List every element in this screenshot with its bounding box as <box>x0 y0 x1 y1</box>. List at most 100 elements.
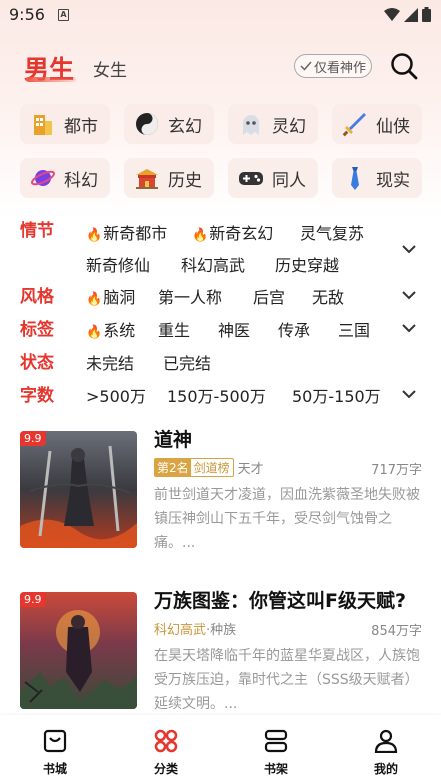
rating-badge: 9.9 <box>20 592 46 607</box>
filter-option[interactable]: 历史穿越 <box>275 252 339 276</box>
filter-title: 标签 <box>20 320 54 340</box>
nav-label: 书架 <box>263 762 288 776</box>
category-linghuan[interactable]: 灵幻 <box>228 104 318 144</box>
palace-icon <box>134 165 160 191</box>
status-icons <box>384 7 431 22</box>
signal-icon <box>404 7 418 22</box>
filter-option[interactable]: 科幻高武 <box>181 252 245 276</box>
category-label: 同人 <box>272 170 306 191</box>
filter-title: 风格 <box>20 287 54 307</box>
filter-option[interactable]: 🔥系统 <box>86 317 135 341</box>
chevron-down-icon[interactable] <box>400 289 418 301</box>
nav-label: 分类 <box>153 762 178 776</box>
ghost-icon <box>238 111 264 137</box>
filter-option[interactable]: 🔥脑洞 <box>86 284 135 308</box>
shelf-icon <box>264 729 288 753</box>
category-icon <box>154 729 178 753</box>
tab-female[interactable]: 女生 <box>93 56 127 81</box>
filter-option[interactable]: 三国 <box>338 317 370 341</box>
book-genre: 天才 <box>237 462 264 477</box>
filter-option[interactable]: 第一人称 <box>158 284 222 308</box>
nav-label: 书城 <box>42 762 67 776</box>
book-title[interactable]: 万族图鉴：你管这叫F级天赋? <box>154 586 406 613</box>
filter-row-tags: 标签 🔥系统 重生 神医 传承 三国 <box>0 315 441 343</box>
filter-option[interactable]: 后宫 <box>253 284 285 308</box>
search-icon[interactable] <box>390 52 418 80</box>
book-item[interactable]: 9.9 道神 第2名 剑道榜 天才 717万字 前世剑道天才凌道，因血洗紫薇圣地失… <box>20 429 422 561</box>
active-tab-indicator <box>26 77 76 82</box>
nav-category[interactable]: 分类 <box>126 715 206 784</box>
filter-option[interactable]: 未完结 <box>86 350 134 374</box>
book-word-count: 717万字 <box>371 463 422 478</box>
filter-option[interactable]: 灵气复苏 <box>300 220 364 244</box>
only-classic-toggle[interactable]: 仅看神作 <box>294 54 372 78</box>
sword-icon <box>342 111 368 137</box>
status-bar: 9:56 A <box>0 0 441 32</box>
category-kehuan[interactable]: 科幻 <box>20 158 110 198</box>
category-tongren[interactable]: 同人 <box>228 158 318 198</box>
filter-row-style: 风格 🔥脑洞 第一人称 后宫 无敌 <box>0 282 441 310</box>
only-classic-label: 仅看神作 <box>313 60 366 76</box>
notification-icon: A <box>58 9 69 21</box>
chevron-down-icon[interactable] <box>400 243 418 255</box>
battery-icon <box>422 7 431 22</box>
gamepad-icon <box>238 165 264 191</box>
book-item[interactable]: 9.9 万族图鉴：你管这叫F级天赋? 科幻高武·种族 854万字 在昊天塔降临千… <box>20 590 422 712</box>
wifi-icon <box>384 7 400 21</box>
store-icon <box>43 729 67 753</box>
book-subgenre: 种族 <box>210 623 237 638</box>
filter-row-words: 字数 >500万 150万-500万 50万-150万 <box>0 381 441 409</box>
book-cover[interactable]: 9.9 <box>20 431 137 548</box>
tie-icon <box>342 165 368 191</box>
nav-label: 我的 <box>373 762 398 776</box>
hot-fire-icon: 🔥 <box>86 228 103 243</box>
category-xianxia[interactable]: 仙侠 <box>332 104 422 144</box>
book-meta: 科幻高武·种族 <box>154 619 236 638</box>
category-label: 灵幻 <box>272 116 306 137</box>
status-time: 9:56 <box>9 5 45 24</box>
filter-option[interactable]: >500万 <box>86 383 146 407</box>
book-word-count: 854万字 <box>371 624 422 639</box>
filter-option[interactable]: 神医 <box>218 317 250 341</box>
book-meta: 第2名 剑道榜 天才 <box>154 458 264 477</box>
filter-option[interactable]: 🔥新奇都市 <box>86 220 167 244</box>
book-title[interactable]: 道神 <box>154 425 192 452</box>
profile-icon <box>374 729 398 753</box>
category-label: 历史 <box>168 170 202 191</box>
filter-option[interactable]: 传承 <box>278 317 310 341</box>
hot-fire-icon: 🔥 <box>192 228 209 243</box>
nav-shelf[interactable]: 书架 <box>236 715 316 784</box>
yin-yang-icon <box>134 111 160 137</box>
bottom-nav: 书城 分类 书架 我的 <box>0 715 441 784</box>
filter-option[interactable]: 新奇修仙 <box>86 252 150 276</box>
filter-option[interactable]: 150万-500万 <box>167 383 266 407</box>
category-dushi[interactable]: 都市 <box>20 104 110 144</box>
planet-icon <box>30 165 56 191</box>
filter-title: 情节 <box>20 221 54 241</box>
category-label: 都市 <box>64 116 98 137</box>
category-label: 玄幻 <box>168 116 202 137</box>
rating-badge: 9.9 <box>20 431 46 446</box>
hot-fire-icon: 🔥 <box>86 325 103 340</box>
nav-profile[interactable]: 我的 <box>346 715 426 784</box>
category-xuanhuan[interactable]: 玄幻 <box>124 104 214 144</box>
check-icon <box>300 61 312 71</box>
filter-option[interactable]: 50万-150万 <box>292 383 381 407</box>
filter-option[interactable]: 重生 <box>158 317 190 341</box>
filter-option[interactable]: 已完结 <box>163 350 211 374</box>
book-cover[interactable]: 9.9 <box>20 592 137 709</box>
filter-option[interactable]: 🔥新奇玄幻 <box>192 220 273 244</box>
category-label: 仙侠 <box>376 116 410 137</box>
filter-title: 状态 <box>20 353 54 373</box>
nav-store[interactable]: 书城 <box>15 715 95 784</box>
book-genre-group: 科幻高武·种族 <box>154 623 237 638</box>
building-icon <box>30 111 56 137</box>
category-label: 现实 <box>376 170 410 191</box>
filter-option[interactable]: 无敌 <box>312 284 344 308</box>
chevron-down-icon[interactable] <box>400 388 418 400</box>
filter-row-status: 状态 未完结 已完结 <box>0 348 441 376</box>
top-header: 男生 女生 仅看神作 <box>0 44 441 92</box>
chevron-down-icon[interactable] <box>400 322 418 334</box>
category-lishi[interactable]: 历史 <box>124 158 214 198</box>
category-xianshi[interactable]: 现实 <box>332 158 422 198</box>
